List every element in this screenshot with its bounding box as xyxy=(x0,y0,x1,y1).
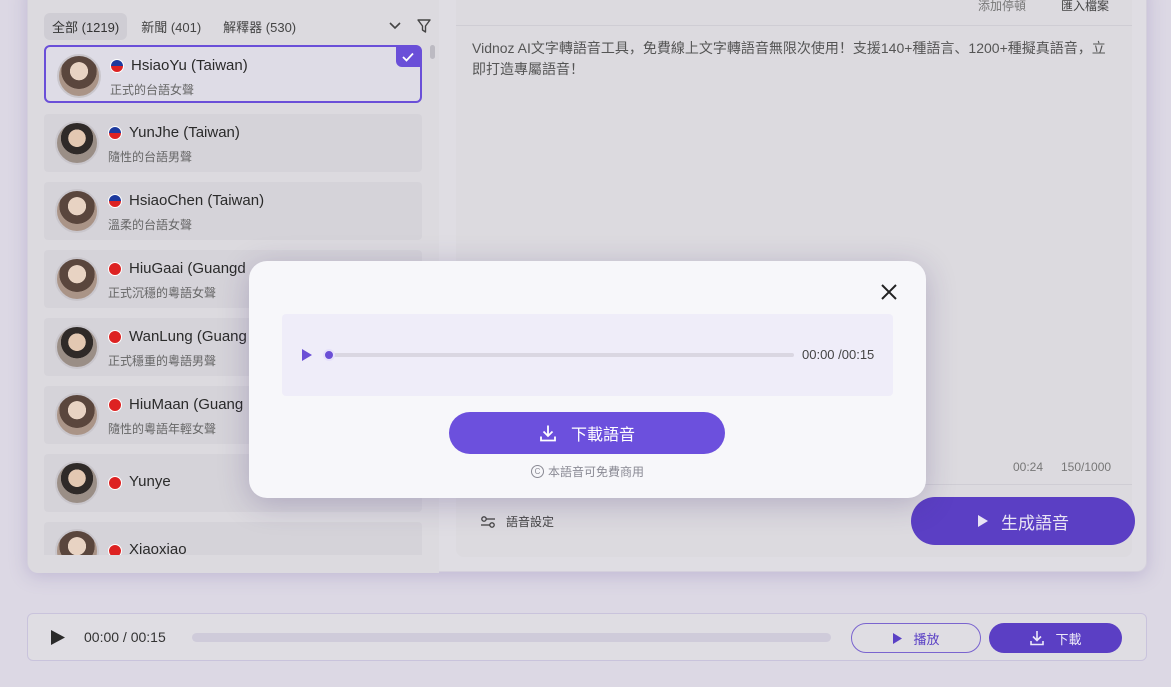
chevron-down-icon[interactable] xyxy=(389,22,401,30)
filter-tab-all[interactable]: 全部 (1219) xyxy=(44,12,128,40)
filter-tab-news[interactable]: 新聞 (401) xyxy=(133,13,209,40)
voice-item[interactable]: HsiaoChen (Taiwan) 溫柔的台語女聲 xyxy=(44,182,422,240)
audio-preview-dialog: 00:00 /00:15 下載語音 C 本語音可免費商用 xyxy=(249,261,926,498)
avatar xyxy=(55,325,99,369)
hong-kong-flag-icon xyxy=(108,262,122,276)
playback-progress-bar[interactable] xyxy=(192,633,831,642)
voice-description: 溫柔的台語女聲 xyxy=(108,218,193,232)
filter-tab-explainer[interactable]: 解釋器 (530) xyxy=(215,13,304,40)
avatar xyxy=(55,189,99,233)
audio-preview-player: 00:00 /00:15 xyxy=(282,314,893,396)
voice-description: 正式的台語女聲 xyxy=(110,83,195,97)
preview-progress-knob[interactable] xyxy=(323,349,335,361)
voice-name: YunJhe (Taiwan) xyxy=(129,124,240,141)
avatar xyxy=(55,461,99,505)
voice-item[interactable]: YunJhe (Taiwan) 隨性的台語男聲 xyxy=(44,114,422,172)
filter-icon[interactable] xyxy=(417,19,431,33)
audio-duration: 00:24 xyxy=(1013,460,1044,474)
copyright-icon: C xyxy=(530,465,544,478)
voice-description: 隨性的粵語年輕女聲 xyxy=(108,422,217,436)
voice-filter-row: 全部 (1219) 新聞 (401) 解釋器 (530) xyxy=(44,12,431,40)
voice-settings-button[interactable]: 語音設定 xyxy=(480,513,554,530)
voice-name: WanLung (Guang xyxy=(129,328,247,345)
download-icon xyxy=(1030,631,1045,646)
voice-settings-label: 語音設定 xyxy=(506,515,555,529)
download-voice-label: 下載語音 xyxy=(570,427,635,444)
play-icon[interactable] xyxy=(301,348,313,362)
voice-name: Xiaoxiao xyxy=(129,541,187,555)
voice-description: 正式穩重的粵語男聲 xyxy=(108,354,217,368)
voice-item[interactable]: HsiaoYu (Taiwan) 正式的台語女聲 xyxy=(44,45,422,103)
import-file-button[interactable]: 匯入檔案 xyxy=(1061,0,1109,14)
sliders-icon xyxy=(481,515,495,528)
hong-kong-flag-icon xyxy=(108,330,122,344)
taiwan-flag-icon xyxy=(110,59,124,73)
preview-progress-track[interactable] xyxy=(327,353,794,357)
avatar xyxy=(57,54,101,98)
voice-description: 隨性的台語男聲 xyxy=(108,150,193,164)
voice-name: HsiaoChen (Taiwan) xyxy=(129,192,265,209)
voice-item[interactable]: Xiaoxiao xyxy=(44,522,422,555)
voice-name: HsiaoYu (Taiwan) xyxy=(131,57,248,74)
play-icon[interactable] xyxy=(50,629,66,646)
taiwan-flag-icon xyxy=(108,194,122,208)
generate-voice-button[interactable]: 生成語音 xyxy=(911,497,1135,545)
add-pause-button[interactable]: 添加停頓 xyxy=(978,0,1026,14)
play-icon xyxy=(893,632,903,644)
download-button[interactable]: 下載 xyxy=(989,623,1122,653)
commercial-license-note: C 本語音可免費商用 xyxy=(249,463,926,480)
china-flag-icon xyxy=(108,544,122,555)
play-button[interactable]: 播放 xyxy=(851,623,981,653)
taiwan-flag-icon xyxy=(108,126,122,140)
avatar xyxy=(55,393,99,437)
voice-name: HiuGaai (Guangd xyxy=(129,260,246,277)
hong-kong-flag-icon xyxy=(108,398,122,412)
china-flag-icon xyxy=(108,476,122,490)
voice-list-scrollbar[interactable] xyxy=(430,45,435,59)
preview-time: 00:00 /00:15 xyxy=(802,347,875,362)
download-label: 下載 xyxy=(1055,631,1082,647)
download-voice-button[interactable]: 下載語音 xyxy=(449,412,725,454)
play-label: 播放 xyxy=(913,631,940,647)
avatar xyxy=(55,121,99,165)
script-textarea[interactable]: Vidnoz AI文字轉語音工具，免費線上文字轉語音無限次使用！支援140+種語… xyxy=(472,38,1117,80)
voice-description: 正式沉穩的粵語女聲 xyxy=(108,286,217,300)
avatar xyxy=(55,257,99,301)
character-count: 150/1000 xyxy=(1061,460,1112,474)
checkmark-icon xyxy=(396,47,420,67)
play-icon xyxy=(978,515,988,527)
license-text: 本語音可免費商用 xyxy=(547,465,644,479)
voice-name: Yunye xyxy=(129,473,171,490)
avatar xyxy=(55,529,99,555)
generate-voice-label: 生成語音 xyxy=(1001,513,1069,533)
audio-player-bar: 00:00 / 00:15 播放 下載 xyxy=(27,613,1147,661)
playback-time: 00:00 / 00:15 xyxy=(84,629,166,645)
voice-name: HiuMaan (Guang xyxy=(129,396,244,413)
download-icon xyxy=(540,425,556,442)
close-icon[interactable] xyxy=(877,280,901,304)
editor-toolbar: 添加停頓 匯入檔案 xyxy=(456,0,1132,26)
